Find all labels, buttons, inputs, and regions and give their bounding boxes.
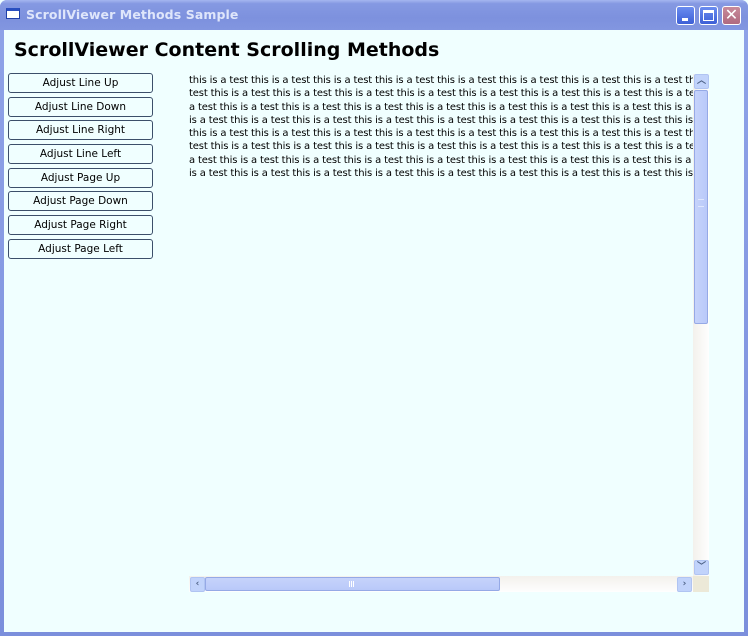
adjust-line-up-button[interactable]: Adjust Line Up <box>8 73 153 93</box>
adjust-line-right-button[interactable]: Adjust Line Right <box>8 120 153 141</box>
horizontal-scrollbar[interactable]: ‹ › <box>189 576 693 592</box>
text-line: a test this is a test this is a test thi… <box>189 154 693 166</box>
chevron-down-icon: ﹀ <box>696 562 706 572</box>
adjust-page-left-button[interactable]: Adjust Page Left <box>8 238 153 259</box>
grip-icon <box>349 581 355 587</box>
page-title: ScrollViewer Content Scrolling Methods <box>14 39 440 61</box>
scroll-right-button[interactable]: › <box>677 577 692 592</box>
app-window: ScrollViewer Methods Sample ✕ ScrollView… <box>0 0 748 636</box>
close-button[interactable]: ✕ <box>722 5 741 25</box>
button-panel: Adjust Line Up Adjust Line Down Adjust L… <box>8 73 153 263</box>
scroll-viewer[interactable]: this is a test this is a test this is a … <box>189 74 709 592</box>
scrollbar-corner <box>693 576 709 592</box>
text-line: a test this is a test this is a test thi… <box>189 101 693 113</box>
text-line: is a test this is a test this is a test … <box>189 168 693 180</box>
text-line: this is a test this is a test this is a … <box>189 128 693 140</box>
minimize-button[interactable] <box>676 6 695 25</box>
adjust-page-up-button[interactable]: Adjust Page Up <box>8 167 153 188</box>
adjust-line-left-button[interactable]: Adjust Line Left <box>8 144 153 165</box>
adjust-line-down-button[interactable]: Adjust Line Down <box>8 96 153 117</box>
text-line: is a test this is a test this is a test … <box>189 114 693 126</box>
chevron-right-icon: › <box>682 579 687 589</box>
client-area: ScrollViewer Content Scrolling Methods A… <box>4 30 744 632</box>
adjust-page-right-button[interactable]: Adjust Page Right <box>8 215 153 236</box>
scroll-left-button[interactable]: ‹ <box>190 577 205 592</box>
grip-icon <box>698 199 704 207</box>
text-line: test this is a test this is a test this … <box>189 88 693 100</box>
vertical-scrollbar[interactable]: ︿ ﹀ <box>693 74 709 576</box>
horizontal-scroll-thumb[interactable] <box>205 577 500 591</box>
close-icon: ✕ <box>724 5 739 24</box>
maximize-button[interactable] <box>699 6 718 25</box>
text-line: test this is a test this is a test this … <box>189 141 693 153</box>
chevron-up-icon: ︿ <box>696 76 706 86</box>
scroll-down-button[interactable]: ﹀ <box>694 560 709 575</box>
scroll-up-button[interactable]: ︿ <box>694 74 709 89</box>
window-title: ScrollViewer Methods Sample <box>26 7 239 22</box>
window-icon <box>6 8 20 19</box>
minimize-icon <box>682 18 688 21</box>
title-bar[interactable]: ScrollViewer Methods Sample ✕ <box>0 0 748 30</box>
adjust-page-down-button[interactable]: Adjust Page Down <box>8 191 153 212</box>
maximize-icon <box>703 10 714 21</box>
vertical-scroll-thumb[interactable] <box>694 90 708 324</box>
text-line: this is a test this is a test this is a … <box>189 75 693 86</box>
chevron-left-icon: ‹ <box>195 579 200 589</box>
scroll-content: this is a test this is a test this is a … <box>189 74 693 576</box>
